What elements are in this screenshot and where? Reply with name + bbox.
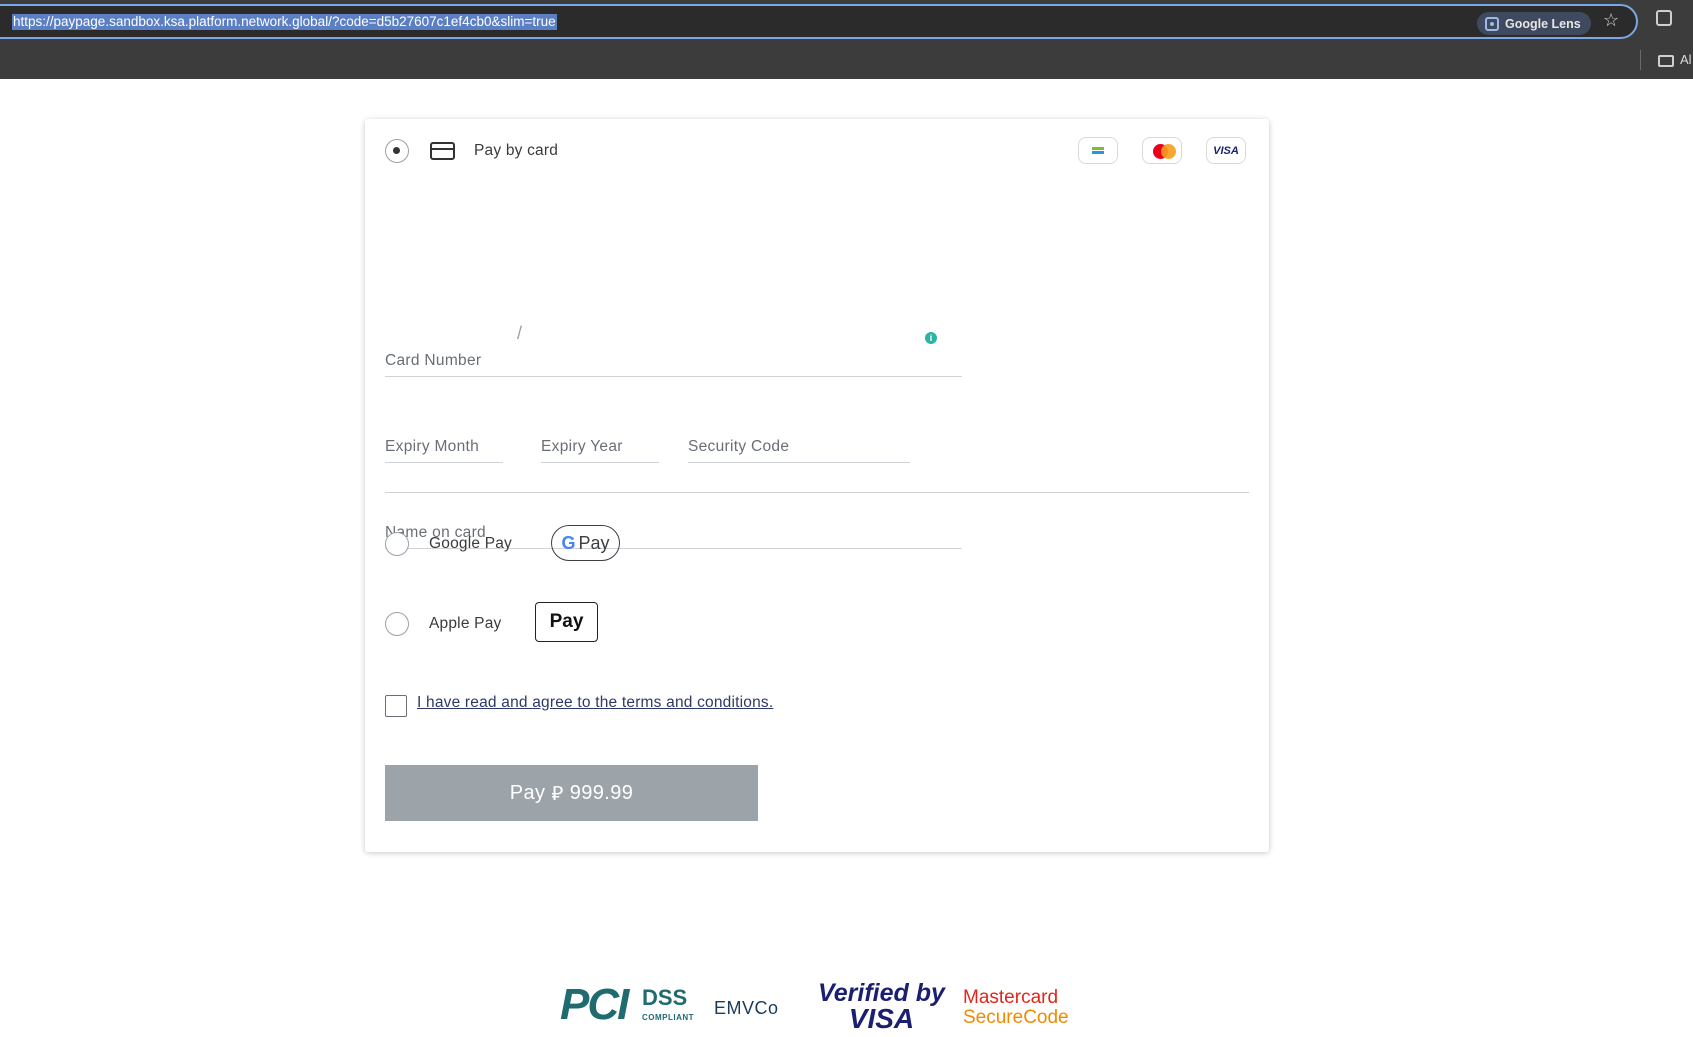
dss-compliant-text: COMPLIANT [642, 1013, 695, 1022]
mastercard-text: Mastercard [963, 987, 1059, 1008]
bookmarks-divider [1640, 50, 1641, 70]
google-lens-label: Google Lens [1505, 16, 1581, 31]
pay-by-card-radio[interactable] [385, 139, 409, 163]
bookmark-star-icon[interactable]: ☆ [1603, 10, 1619, 31]
emvco-text: EMVCo [714, 998, 779, 1018]
pay-by-card-label: Pay by card [474, 142, 559, 159]
folder-icon[interactable] [1658, 55, 1674, 67]
security-code-input[interactable]: Security Code [688, 423, 910, 463]
terms-checkbox[interactable] [385, 695, 407, 717]
google-g-icon: G [561, 532, 576, 553]
pci-text: PCI [560, 980, 629, 1029]
bookmarks-folder-label[interactable]: Al [1680, 52, 1692, 67]
dss-logo: DSS COMPLIANT [642, 985, 695, 1028]
google-pay-label: Google Pay [429, 535, 512, 552]
pay-button[interactable]: Pay ⃁ 999.99 [385, 765, 758, 821]
expiry-year-input[interactable]: Expiry Year [541, 423, 659, 463]
pay-button-label: Pay [509, 781, 546, 804]
pay-amount: 999.99 [569, 781, 634, 804]
credit-card-icon [430, 142, 455, 160]
section-divider [385, 492, 1249, 493]
emvco-logo: EMVCo [714, 998, 779, 1019]
google-pay-badge-text: Pay [578, 532, 610, 553]
lens-icon [1485, 16, 1499, 31]
payment-panel: Pay by card VISA Card Number Expiry Mont… [365, 119, 1269, 852]
extensions-icon[interactable] [1656, 10, 1672, 26]
verified-by-visa-logo: Verified by VISA [818, 980, 945, 1034]
address-bar[interactable]: https://paypage.sandbox.ksa.platform.net… [0, 4, 1638, 39]
pci-logo: PCI [560, 980, 629, 1030]
google-pay-radio[interactable] [385, 532, 409, 556]
apple-pay-badge-text: Pay [549, 611, 584, 632]
dss-text: DSS [642, 985, 688, 1010]
url-text[interactable]: https://paypage.sandbox.ksa.platform.net… [12, 14, 557, 30]
expiry-year-placeholder: Expiry Year [541, 438, 623, 455]
mastercard-securecode-logo: Mastercard SecureCode [963, 988, 1069, 1028]
expiry-separator: / [517, 323, 523, 343]
verified-visa-text: VISA [848, 1003, 915, 1034]
visa-icon: VISA [1206, 137, 1246, 164]
terms-link[interactable]: I have read and agree to the terms and c… [417, 694, 773, 712]
expiry-month-input[interactable]: Expiry Month [385, 423, 503, 463]
security-code-placeholder: Security Code [688, 438, 790, 455]
google-lens-button[interactable]: Google Lens [1477, 12, 1591, 35]
mada-icon [1078, 137, 1118, 164]
browser-toolbar: https://paypage.sandbox.ksa.platform.net… [0, 0, 1693, 79]
info-icon[interactable]: i [925, 332, 937, 344]
card-number-placeholder: Card Number [385, 352, 482, 369]
visa-icon-text: VISA [1213, 144, 1239, 157]
expiry-month-placeholder: Expiry Month [385, 438, 480, 455]
securecode-text: SecureCode [963, 1007, 1069, 1028]
apple-pay-badge[interactable]: Pay [535, 602, 598, 642]
apple-pay-radio[interactable] [385, 612, 409, 636]
mastercard-icon [1142, 137, 1182, 164]
apple-pay-label: Apple Pay [429, 615, 502, 632]
google-pay-badge[interactable]: G Pay [551, 525, 620, 561]
card-number-input[interactable]: Card Number [385, 337, 962, 377]
currency-symbol: ⃁ [551, 783, 564, 805]
